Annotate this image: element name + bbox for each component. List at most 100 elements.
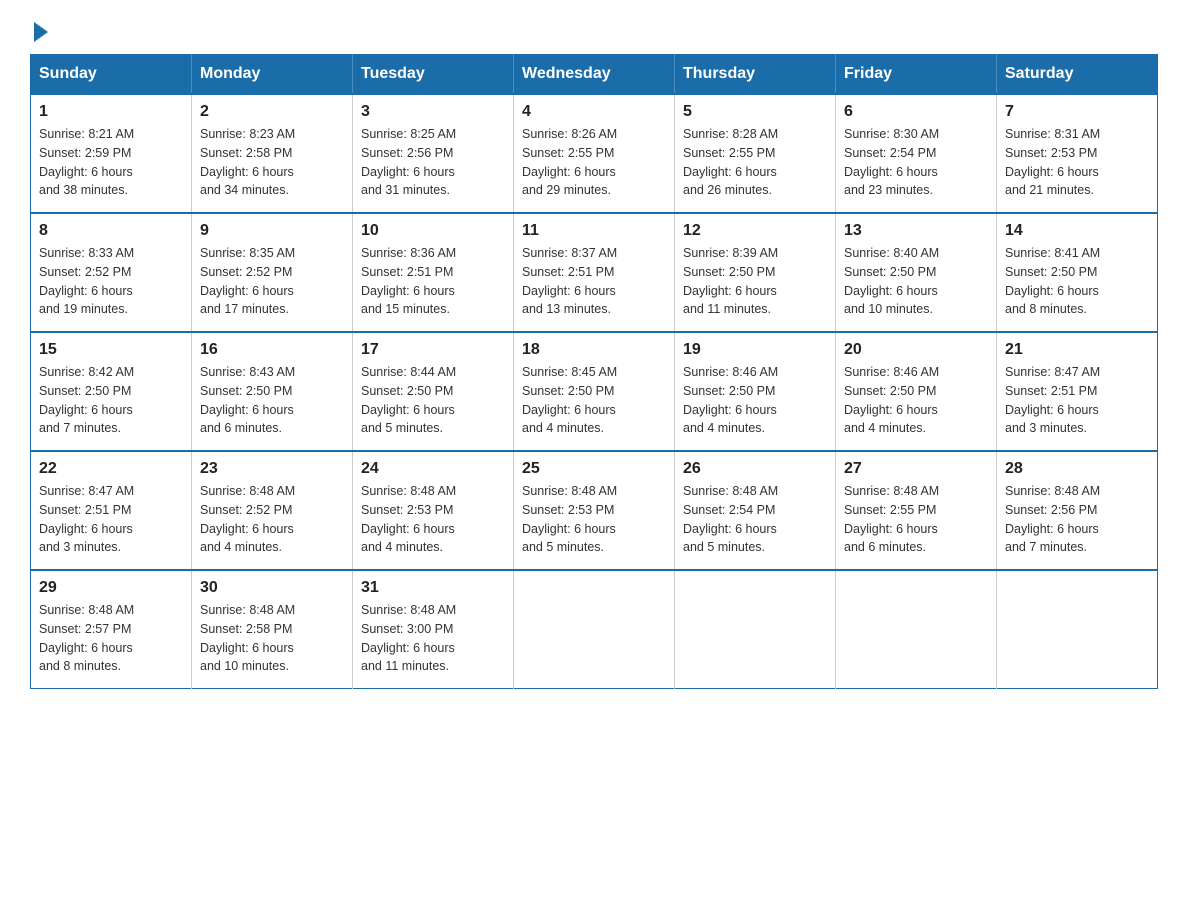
day-number: 6 — [844, 103, 988, 121]
day-number: 24 — [361, 460, 505, 478]
day-number: 9 — [200, 222, 344, 240]
day-info: Sunrise: 8:47 AMSunset: 2:51 PMDaylight:… — [39, 482, 183, 557]
day-number: 29 — [39, 579, 183, 597]
day-number: 25 — [522, 460, 666, 478]
day-number: 27 — [844, 460, 988, 478]
day-number: 21 — [1005, 341, 1149, 359]
day-number: 7 — [1005, 103, 1149, 121]
logo-arrow-icon — [34, 22, 48, 42]
day-info: Sunrise: 8:39 AMSunset: 2:50 PMDaylight:… — [683, 244, 827, 319]
day-info: Sunrise: 8:23 AMSunset: 2:58 PMDaylight:… — [200, 125, 344, 200]
day-number: 17 — [361, 341, 505, 359]
day-number: 5 — [683, 103, 827, 121]
weekday-header-friday: Friday — [836, 55, 997, 95]
day-info: Sunrise: 8:48 AMSunset: 2:57 PMDaylight:… — [39, 601, 183, 676]
day-number: 14 — [1005, 222, 1149, 240]
calendar-cell: 19 Sunrise: 8:46 AMSunset: 2:50 PMDayligh… — [675, 332, 836, 451]
calendar-cell: 18 Sunrise: 8:45 AMSunset: 2:50 PMDayligh… — [514, 332, 675, 451]
day-number: 30 — [200, 579, 344, 597]
calendar-cell: 15 Sunrise: 8:42 AMSunset: 2:50 PMDayligh… — [31, 332, 192, 451]
calendar-cell: 27 Sunrise: 8:48 AMSunset: 2:55 PMDayligh… — [836, 451, 997, 570]
day-number: 19 — [683, 341, 827, 359]
day-info: Sunrise: 8:25 AMSunset: 2:56 PMDaylight:… — [361, 125, 505, 200]
day-info: Sunrise: 8:46 AMSunset: 2:50 PMDaylight:… — [683, 363, 827, 438]
day-info: Sunrise: 8:48 AMSunset: 2:56 PMDaylight:… — [1005, 482, 1149, 557]
day-number: 18 — [522, 341, 666, 359]
day-info: Sunrise: 8:47 AMSunset: 2:51 PMDaylight:… — [1005, 363, 1149, 438]
day-number: 26 — [683, 460, 827, 478]
weekday-header-wednesday: Wednesday — [514, 55, 675, 95]
weekday-header-thursday: Thursday — [675, 55, 836, 95]
calendar-cell: 11Sunrise: 8:37 AMSunset: 2:51 PMDayligh… — [514, 213, 675, 332]
day-info: Sunrise: 8:45 AMSunset: 2:50 PMDaylight:… — [522, 363, 666, 438]
day-info: Sunrise: 8:46 AMSunset: 2:50 PMDaylight:… — [844, 363, 988, 438]
calendar-cell: 9 Sunrise: 8:35 AMSunset: 2:52 PMDaylight… — [192, 213, 353, 332]
calendar-cell: 23 Sunrise: 8:48 AMSunset: 2:52 PMDayligh… — [192, 451, 353, 570]
day-number: 20 — [844, 341, 988, 359]
calendar-cell — [836, 570, 997, 689]
calendar-table: SundayMondayTuesdayWednesdayThursdayFrid… — [30, 54, 1158, 689]
day-number: 12 — [683, 222, 827, 240]
calendar-cell: 17 Sunrise: 8:44 AMSunset: 2:50 PMDayligh… — [353, 332, 514, 451]
day-info: Sunrise: 8:35 AMSunset: 2:52 PMDaylight:… — [200, 244, 344, 319]
day-info: Sunrise: 8:48 AMSunset: 2:54 PMDaylight:… — [683, 482, 827, 557]
calendar-header: SundayMondayTuesdayWednesdayThursdayFrid… — [31, 55, 1158, 95]
day-info: Sunrise: 8:31 AMSunset: 2:53 PMDaylight:… — [1005, 125, 1149, 200]
day-info: Sunrise: 8:48 AMSunset: 2:58 PMDaylight:… — [200, 601, 344, 676]
day-number: 31 — [361, 579, 505, 597]
day-number: 2 — [200, 103, 344, 121]
day-number: 8 — [39, 222, 183, 240]
calendar-cell: 28 Sunrise: 8:48 AMSunset: 2:56 PMDayligh… — [997, 451, 1158, 570]
day-info: Sunrise: 8:43 AMSunset: 2:50 PMDaylight:… — [200, 363, 344, 438]
calendar-week-4: 22 Sunrise: 8:47 AMSunset: 2:51 PMDayligh… — [31, 451, 1158, 570]
day-info: Sunrise: 8:30 AMSunset: 2:54 PMDaylight:… — [844, 125, 988, 200]
calendar-cell: 14Sunrise: 8:41 AMSunset: 2:50 PMDayligh… — [997, 213, 1158, 332]
day-info: Sunrise: 8:26 AMSunset: 2:55 PMDaylight:… — [522, 125, 666, 200]
calendar-cell: 22 Sunrise: 8:47 AMSunset: 2:51 PMDayligh… — [31, 451, 192, 570]
day-number: 11 — [522, 222, 666, 240]
calendar-week-1: 1 Sunrise: 8:21 AMSunset: 2:59 PMDaylight… — [31, 94, 1158, 213]
weekday-header-tuesday: Tuesday — [353, 55, 514, 95]
calendar-cell: 5 Sunrise: 8:28 AMSunset: 2:55 PMDaylight… — [675, 94, 836, 213]
day-number: 10 — [361, 222, 505, 240]
calendar-cell — [997, 570, 1158, 689]
day-number: 15 — [39, 341, 183, 359]
calendar-cell: 16 Sunrise: 8:43 AMSunset: 2:50 PMDayligh… — [192, 332, 353, 451]
calendar-week-3: 15 Sunrise: 8:42 AMSunset: 2:50 PMDayligh… — [31, 332, 1158, 451]
calendar-cell: 13 Sunrise: 8:40 AMSunset: 2:50 PMDayligh… — [836, 213, 997, 332]
day-number: 13 — [844, 222, 988, 240]
calendar-cell — [514, 570, 675, 689]
day-number: 3 — [361, 103, 505, 121]
day-info: Sunrise: 8:33 AMSunset: 2:52 PMDaylight:… — [39, 244, 183, 319]
day-number: 1 — [39, 103, 183, 121]
day-info: Sunrise: 8:48 AMSunset: 2:55 PMDaylight:… — [844, 482, 988, 557]
weekday-header-sunday: Sunday — [31, 55, 192, 95]
calendar-cell: 21 Sunrise: 8:47 AMSunset: 2:51 PMDayligh… — [997, 332, 1158, 451]
calendar-week-5: 29 Sunrise: 8:48 AMSunset: 2:57 PMDayligh… — [31, 570, 1158, 689]
day-number: 16 — [200, 341, 344, 359]
day-info: Sunrise: 8:21 AMSunset: 2:59 PMDaylight:… — [39, 125, 183, 200]
day-info: Sunrise: 8:28 AMSunset: 2:55 PMDaylight:… — [683, 125, 827, 200]
calendar-cell: 31 Sunrise: 8:48 AMSunset: 3:00 PMDayligh… — [353, 570, 514, 689]
day-info: Sunrise: 8:42 AMSunset: 2:50 PMDaylight:… — [39, 363, 183, 438]
weekday-header-saturday: Saturday — [997, 55, 1158, 95]
calendar-cell: 20 Sunrise: 8:46 AMSunset: 2:50 PMDayligh… — [836, 332, 997, 451]
day-info: Sunrise: 8:44 AMSunset: 2:50 PMDaylight:… — [361, 363, 505, 438]
day-info: Sunrise: 8:40 AMSunset: 2:50 PMDaylight:… — [844, 244, 988, 319]
calendar-cell: 3 Sunrise: 8:25 AMSunset: 2:56 PMDaylight… — [353, 94, 514, 213]
calendar-cell: 30 Sunrise: 8:48 AMSunset: 2:58 PMDayligh… — [192, 570, 353, 689]
day-info: Sunrise: 8:36 AMSunset: 2:51 PMDaylight:… — [361, 244, 505, 319]
day-number: 28 — [1005, 460, 1149, 478]
calendar-cell: 7 Sunrise: 8:31 AMSunset: 2:53 PMDaylight… — [997, 94, 1158, 213]
day-number: 4 — [522, 103, 666, 121]
day-number: 23 — [200, 460, 344, 478]
weekday-header-monday: Monday — [192, 55, 353, 95]
day-info: Sunrise: 8:48 AMSunset: 3:00 PMDaylight:… — [361, 601, 505, 676]
calendar-cell: 6 Sunrise: 8:30 AMSunset: 2:54 PMDaylight… — [836, 94, 997, 213]
day-info: Sunrise: 8:48 AMSunset: 2:52 PMDaylight:… — [200, 482, 344, 557]
calendar-cell: 10 Sunrise: 8:36 AMSunset: 2:51 PMDayligh… — [353, 213, 514, 332]
calendar-cell: 2 Sunrise: 8:23 AMSunset: 2:58 PMDaylight… — [192, 94, 353, 213]
calendar-cell: 29 Sunrise: 8:48 AMSunset: 2:57 PMDayligh… — [31, 570, 192, 689]
day-number: 22 — [39, 460, 183, 478]
calendar-cell: 4 Sunrise: 8:26 AMSunset: 2:55 PMDaylight… — [514, 94, 675, 213]
